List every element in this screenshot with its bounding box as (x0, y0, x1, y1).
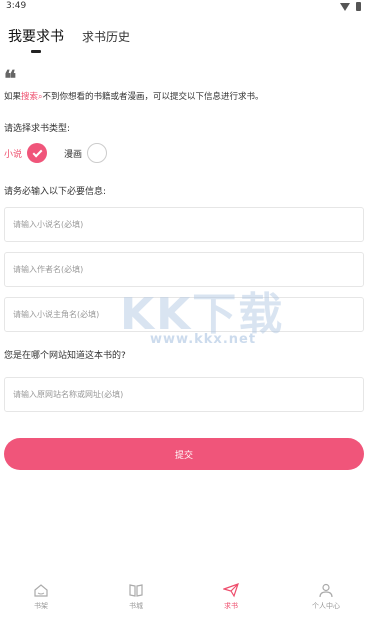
top-tabs: 我要求书 求书历史 (0, 22, 369, 56)
nav-item-bookstore[interactable]: 书城 (106, 582, 166, 611)
author-name-input[interactable] (4, 252, 364, 287)
nav-label-bookstore: 书城 (129, 602, 143, 610)
info-section-label: 请务必输入以下必要信息: (4, 187, 107, 197)
quote-icon: ❛❛ (4, 66, 16, 92)
intro-before: 如果 (4, 92, 22, 102)
tab-request-history[interactable]: 求书历史 (82, 28, 130, 45)
nav-label-request-book: 求书 (224, 602, 238, 610)
tab-indicator (31, 50, 41, 53)
type-option-novel[interactable]: 小说 (4, 143, 48, 163)
intro-text: 如果搜索⌕不到你想看的书籍或者漫画，可以提交以下信息进行求书。 (4, 90, 264, 102)
submit-button[interactable]: 提交 (4, 438, 364, 470)
type-section-label: 请选择求书类型: (4, 124, 71, 134)
intro-after: 不到你想看的书籍或者漫画，可以提交以下信息进行求书。 (42, 92, 264, 102)
type-option-novel-label: 小说 (4, 149, 23, 160)
battery-icon (356, 2, 361, 11)
status-icons (340, 2, 361, 11)
search-link[interactable]: 搜索⌕ (21, 92, 43, 102)
protagonist-name-input[interactable] (4, 297, 364, 332)
source-website-input[interactable] (4, 377, 364, 412)
status-time: 3:49 (6, 1, 27, 11)
open-book-icon (129, 584, 143, 597)
nav-label-profile: 个人中心 (312, 602, 340, 610)
search-link-label: 搜索 (21, 92, 39, 102)
watermark-url: www.kkx.net (150, 332, 257, 347)
checkmark-icon (32, 147, 42, 157)
wifi-icon (340, 2, 350, 11)
person-icon (319, 583, 333, 598)
nav-item-profile[interactable]: 个人中心 (296, 582, 356, 611)
novel-name-input[interactable] (4, 207, 364, 242)
nav-label-bookshelf: 书架 (34, 602, 48, 610)
nav-item-request-book[interactable]: 求书 (201, 582, 261, 611)
tab-request-book[interactable]: 我要求书 (8, 26, 64, 46)
nav-item-bookshelf[interactable]: 书架 (11, 582, 71, 611)
type-option-comic-label: 漫画 (64, 149, 83, 160)
status-bar: 3:49 (0, 0, 369, 14)
source-section-label: 您是在哪个网站知道这本书的? (4, 351, 126, 361)
bottom-nav: 书架 书城 求书 个人中心 (0, 580, 369, 617)
paper-plane-icon (223, 583, 239, 598)
unchecked-radio-icon[interactable] (87, 143, 108, 163)
type-options: 小说 漫画 (4, 143, 364, 165)
checked-radio-icon[interactable] (27, 143, 48, 163)
type-option-comic[interactable]: 漫画 (64, 143, 108, 163)
bookshelf-icon (34, 584, 48, 597)
